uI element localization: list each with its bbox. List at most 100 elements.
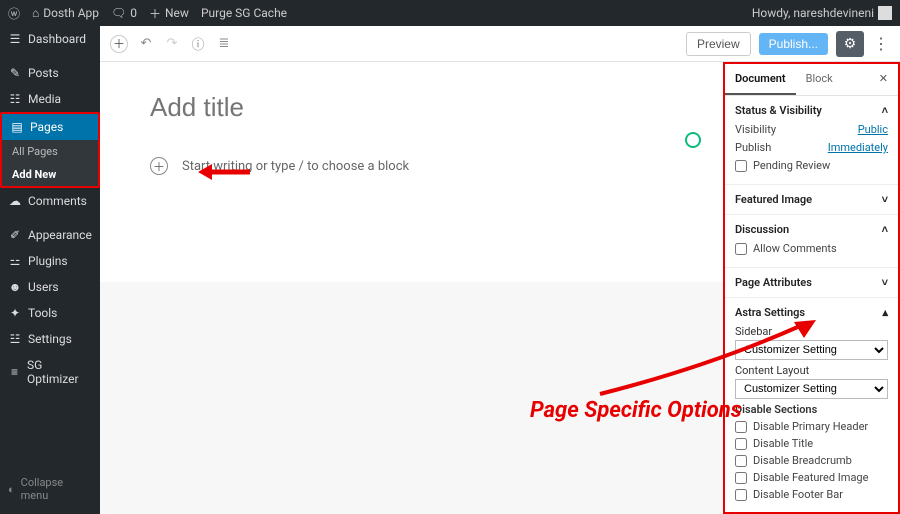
close-settings[interactable]: ✕ (869, 64, 898, 95)
dashboard-icon: ☰ (8, 32, 22, 46)
tab-document[interactable]: Document (725, 64, 796, 95)
panel-status[interactable]: Status & Visibility ˄ (735, 104, 888, 117)
astra-layout-select[interactable]: Customizer Setting (735, 379, 888, 399)
collapse-icon: ◐ (8, 483, 15, 496)
sidebar-item-dashboard[interactable]: ☰ Dashboard (0, 26, 100, 52)
sidebar-item-label: Users (28, 280, 59, 294)
collapse-menu[interactable]: ◐ Collapse menu (0, 470, 100, 508)
plug-icon: ⚍ (8, 254, 22, 268)
more-menu[interactable]: ⋮ (872, 34, 890, 53)
insert-block-button[interactable]: ＋ (150, 157, 168, 175)
disable-title[interactable]: Disable Title (735, 437, 888, 450)
site-name[interactable]: ⌂ Dosth App (32, 6, 99, 20)
comment-icon: 🗨 (111, 6, 126, 20)
info-button[interactable]: ⓘ (190, 36, 206, 52)
sidebar-item-pages[interactable]: ▤ Pages (2, 114, 98, 140)
new-content[interactable]: ＋ New (149, 5, 189, 22)
undo-button[interactable]: ↶ (138, 36, 154, 52)
howdy-user[interactable]: Howdy, nareshdevineni (752, 6, 892, 20)
sidebar-item-posts[interactable]: ✎ Posts (0, 60, 100, 86)
sidebar-item-label: Tools (28, 306, 57, 320)
settings-toggle[interactable]: ⚙ (836, 31, 864, 57)
disable-primary-header[interactable]: Disable Primary Header (735, 420, 888, 433)
wrench-icon: ✦ (8, 306, 22, 320)
body-placeholder[interactable]: Start writing or type / to choose a bloc… (182, 159, 409, 174)
astra-sidebar-select[interactable]: Customizer Setting (735, 340, 888, 360)
preview-button[interactable]: Preview (686, 32, 751, 56)
chevron-up-icon: ˄ (882, 223, 888, 236)
sidebar-item-label: Posts (28, 66, 59, 80)
sidebar-item-appearance[interactable]: ✐ Appearance (0, 222, 100, 248)
allow-comments-input[interactable] (735, 243, 747, 255)
sidebar-item-tools[interactable]: ✦ Tools (0, 300, 100, 326)
page-icon: ▤ (10, 120, 24, 134)
panel-discussion[interactable]: Discussion ˄ (735, 223, 888, 236)
publish-label: Publish (735, 141, 771, 154)
sidebar-item-comments[interactable]: ☁ Comments (0, 188, 100, 214)
purge-cache[interactable]: Purge SG Cache (201, 6, 287, 20)
allow-comments-checkbox[interactable]: Allow Comments (735, 242, 888, 255)
panel-title: Discussion (735, 223, 789, 236)
howdy-label: Howdy, nareshdevineni (752, 6, 874, 20)
plus-icon: ＋ (149, 5, 161, 22)
sidebar-item-settings[interactable]: ☳ Settings (0, 326, 100, 352)
publish-value[interactable]: Immediately (828, 141, 888, 154)
pending-review-input[interactable] (735, 160, 747, 172)
caret-up-icon: ▴ (882, 306, 888, 319)
redo-button[interactable]: ↷ (164, 36, 180, 52)
disable-featured-image[interactable]: Disable Featured Image (735, 471, 888, 484)
panel-title: Featured Image (735, 193, 812, 206)
admin-sidebar: ☰ Dashboard ✎ Posts ☷ Media ▤ Pages All … (0, 26, 100, 514)
annotation-text: Page Specific Options (530, 398, 742, 423)
outline-button[interactable]: ≣ (216, 36, 232, 52)
disable-breadcrumb[interactable]: Disable Breadcrumb (735, 454, 888, 467)
media-icon: ☷ (8, 92, 22, 106)
sidebar-item-label: Pages (30, 120, 63, 134)
editor-canvas: ＋ Start writing or type / to choose a bl… (100, 62, 723, 282)
page-title-input[interactable] (150, 92, 673, 123)
user-icon: ☻ (8, 280, 22, 294)
sidebar-item-plugins[interactable]: ⚍ Plugins (0, 248, 100, 274)
visibility-label: Visibility (735, 123, 776, 136)
panel-page-attributes[interactable]: Page Attributes ˅ (735, 276, 888, 289)
submenu-all-pages[interactable]: All Pages (2, 140, 98, 163)
sidebar-item-label: Appearance (28, 228, 92, 242)
wp-logo[interactable]: ⓦ (8, 5, 20, 22)
astra-disable-title: Disable Sections (735, 403, 888, 416)
panel-title: Page Attributes (735, 276, 812, 289)
collapse-label: Collapse menu (21, 476, 92, 502)
bolt-icon: ≡ (8, 365, 21, 379)
panel-featured-image[interactable]: Featured Image ˅ (735, 193, 888, 206)
add-block-button[interactable]: ＋ (110, 35, 128, 53)
brush-icon: ✐ (8, 228, 22, 242)
chevron-down-icon: ˅ (882, 276, 888, 289)
comments-icon: ☁ (8, 194, 22, 208)
sidebar-item-media[interactable]: ☷ Media (0, 86, 100, 112)
settings-panel: Document Block ✕ Status & Visibility ˄ V… (723, 62, 900, 514)
sidebar-item-sg-optimizer[interactable]: ≡ SG Optimizer (0, 352, 100, 392)
astra-sidebar-label: Sidebar (735, 325, 888, 338)
tab-block[interactable]: Block (796, 64, 843, 95)
sidebar-item-label: Media (28, 92, 61, 106)
publish-button[interactable]: Publish... (759, 33, 828, 55)
grammarly-icon[interactable] (685, 132, 701, 148)
disable-footer-bar[interactable]: Disable Footer Bar (735, 488, 888, 501)
sidebar-item-label: SG Optimizer (27, 358, 92, 386)
home-icon: ⌂ (32, 6, 39, 20)
sidebar-item-users[interactable]: ☻ Users (0, 274, 100, 300)
visibility-value[interactable]: Public (858, 123, 888, 136)
new-label: New (165, 6, 189, 20)
comments-bubble[interactable]: 🗨 0 (111, 6, 137, 20)
comments-count: 0 (130, 6, 137, 20)
panel-title: Astra Settings (735, 306, 805, 319)
panel-title: Status & Visibility (735, 104, 822, 117)
sidebar-item-label: Dashboard (28, 32, 86, 46)
pending-review-checkbox[interactable]: Pending Review (735, 159, 888, 172)
panel-astra-settings[interactable]: Astra Settings ▴ (735, 306, 888, 319)
chevron-up-icon: ˄ (882, 104, 888, 117)
allow-comments-label: Allow Comments (753, 242, 837, 255)
submenu-add-new[interactable]: Add New (2, 163, 98, 186)
site-name-label: Dosth App (43, 6, 99, 20)
editor-toolbar: ＋ ↶ ↷ ⓘ ≣ Preview Publish... ⚙ ⋮ (100, 26, 900, 62)
chevron-down-icon: ˅ (882, 193, 888, 206)
